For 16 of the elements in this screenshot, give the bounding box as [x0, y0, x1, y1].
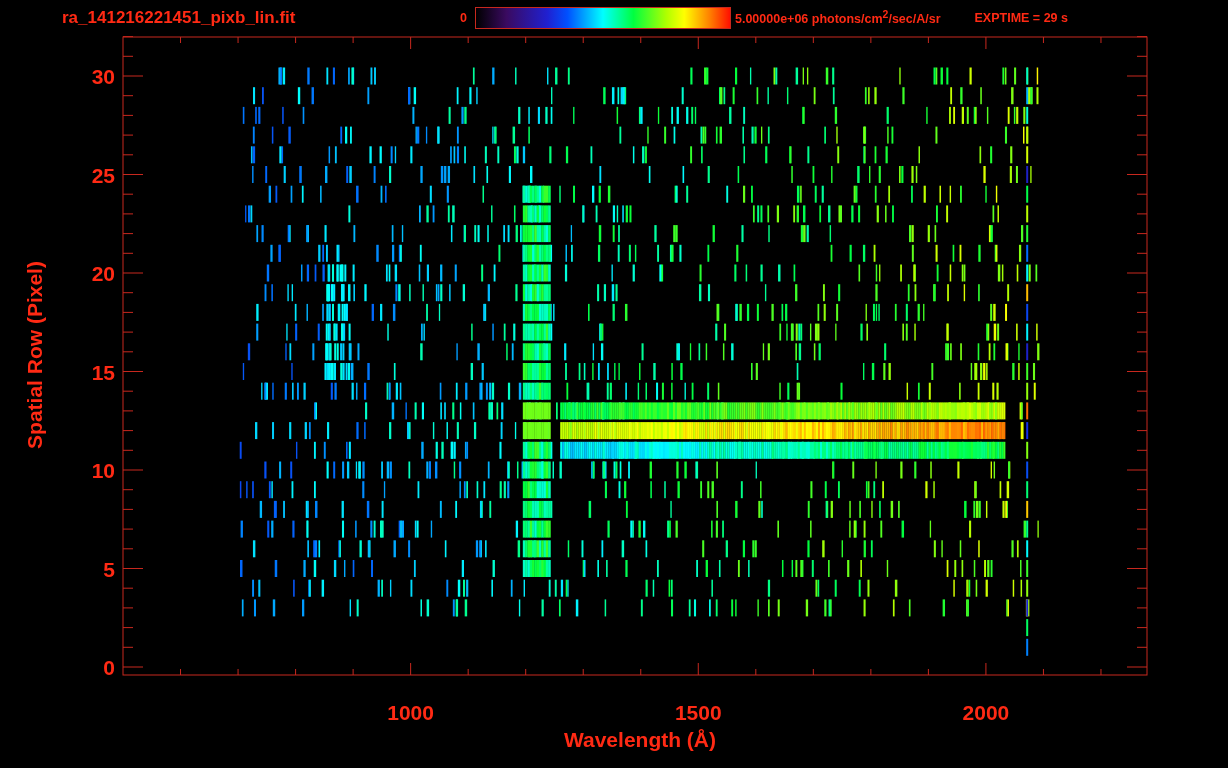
x-tick-label: 1000: [387, 701, 434, 724]
y-tick-label: 0: [103, 656, 115, 679]
x-tick-label: 1500: [674, 701, 722, 724]
x-tick-label: 2000: [962, 701, 1010, 724]
file-name: ra_141216221451_pixb_lin.fit: [62, 8, 297, 28]
y-tick-label: 5: [103, 557, 115, 581]
exposure-time: EXPTIME = 29 s: [974, 11, 1068, 25]
y-axis-title: Spatial Row (Pixel): [23, 261, 47, 449]
y-tick-label: 10: [91, 459, 115, 482]
y-tick-label: 15: [91, 360, 115, 384]
colorbar-min-label: 0: [460, 11, 467, 25]
y-tick-label: 30: [91, 65, 115, 88]
y-tick-label: 25: [91, 163, 115, 187]
x-axis-title: Wavelength (Å): [563, 728, 717, 752]
colorbar-max-label: 5.00000e+06 photons/cm$^{2}$/sec/A/sr: [734, 9, 941, 27]
y-tick-label: 20: [91, 262, 115, 285]
